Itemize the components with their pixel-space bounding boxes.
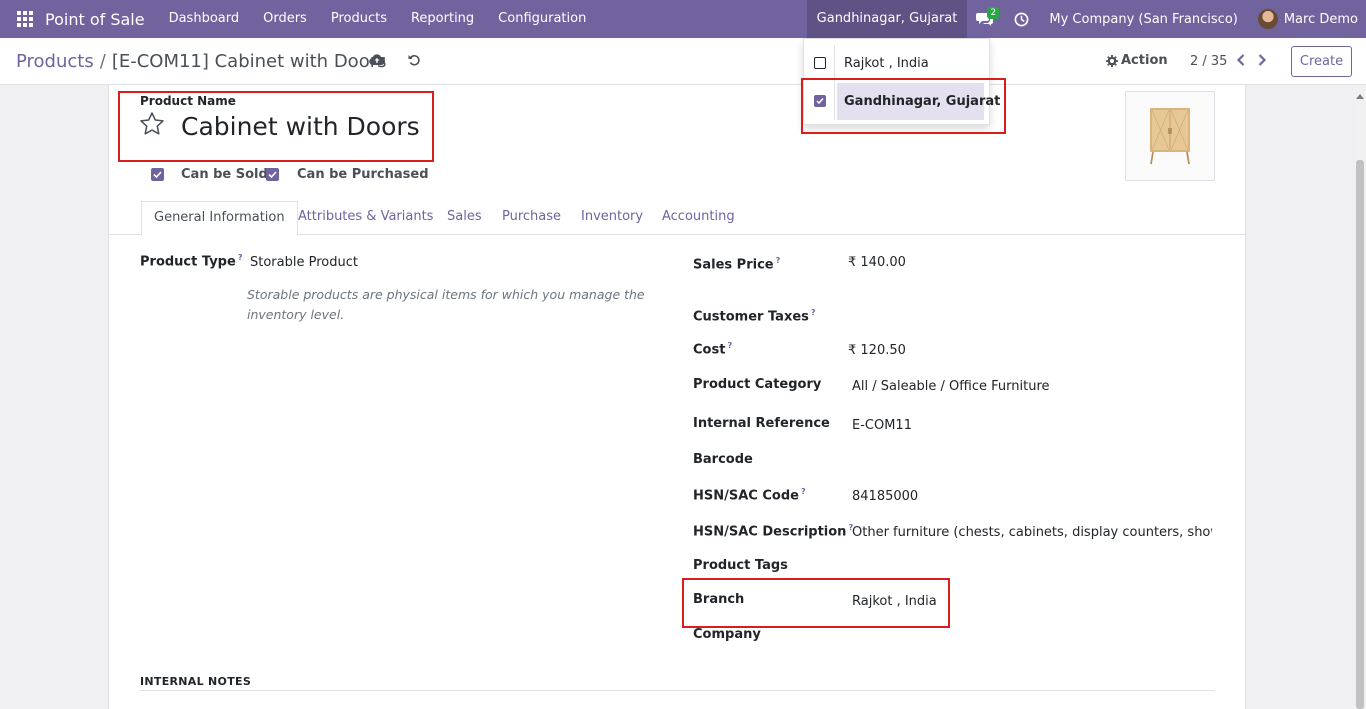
scroll-up-arrow-icon[interactable] <box>1356 88 1364 103</box>
sales-price-label: Sales Price? <box>693 256 781 273</box>
menu-orders[interactable]: Orders <box>251 0 319 38</box>
branch-checkbox[interactable] <box>814 57 826 69</box>
apps-grid-icon[interactable] <box>17 11 33 27</box>
company-label: Company <box>693 627 761 642</box>
tab-accounting[interactable]: Accounting <box>662 201 735 235</box>
cost-field[interactable]: ₹ 120.50 <box>848 343 906 358</box>
hsn-code-label: HSN/SAC Code? <box>693 487 806 504</box>
can-be-sold-label[interactable]: Can be Sold <box>181 167 268 182</box>
activity-clock-icon[interactable] <box>1003 0 1039 38</box>
menu-configuration[interactable]: Configuration <box>486 0 598 38</box>
hsn-description-label: HSN/SAC Description? <box>693 523 854 540</box>
breadcrumb-current: [E-COM11] Cabinet with Doors <box>111 51 387 72</box>
create-button[interactable]: Create <box>1291 46 1352 77</box>
branch-option-rajkot[interactable]: Rajkot , India <box>804 45 991 82</box>
form-sheet: Product Name Cabinet with Doors Can be S… <box>108 85 1246 709</box>
tab-purchase[interactable]: Purchase <box>502 201 561 235</box>
tab-inventory[interactable]: Inventory <box>581 201 643 235</box>
pager-previous-icon[interactable] <box>1236 53 1246 71</box>
user-name: Marc Demo <box>1283 11 1358 27</box>
can-be-sold-checkbox[interactable] <box>151 168 164 181</box>
customer-taxes-field[interactable] <box>848 308 1188 326</box>
sales-price-field[interactable]: ₹ 140.00 <box>848 255 906 270</box>
scrollbar-thumb[interactable] <box>1356 160 1364 709</box>
company-switcher[interactable]: My Company (San Francisco) <box>1039 12 1247 27</box>
help-tooltip-icon[interactable]: ? <box>727 341 732 350</box>
internal-reference-label: Internal Reference <box>693 416 830 431</box>
chat-count-badge: 2 <box>987 7 1000 19</box>
breadcrumb: Products / [E-COM11] Cabinet with Doors <box>16 51 386 72</box>
product-category-label: Product Category <box>693 377 822 392</box>
product-type-help: Storable products are physical items for… <box>247 287 645 322</box>
product-type-field[interactable]: Storable Product <box>250 255 358 270</box>
branch-option-divider <box>834 45 835 82</box>
tab-attributes-variants[interactable]: Attributes & Variants <box>298 201 433 235</box>
hsn-code-field[interactable]: 84185000 <box>852 489 918 504</box>
product-type-label: Product Type? <box>140 253 243 270</box>
internal-notes-divider <box>140 690 1215 691</box>
customer-taxes-label: Customer Taxes? <box>693 308 816 325</box>
company-field[interactable] <box>852 627 1192 645</box>
barcode-label: Barcode <box>693 452 753 467</box>
breadcrumb-products-link[interactable]: Products <box>16 51 94 72</box>
menu-products[interactable]: Products <box>319 0 399 38</box>
cost-label: Cost? <box>693 341 733 358</box>
chat-icon[interactable]: 2 <box>967 0 1003 38</box>
product-category-field[interactable]: All / Saleable / Office Furniture <box>852 379 1050 394</box>
tab-general-information[interactable]: General Information <box>141 201 298 236</box>
pager-next-icon[interactable] <box>1257 53 1267 71</box>
barcode-field[interactable] <box>852 452 1192 470</box>
top-navbar: Point of Sale Dashboard Orders Products … <box>0 0 1366 38</box>
can-be-purchased-checkbox[interactable] <box>266 168 279 181</box>
menu-dashboard[interactable]: Dashboard <box>157 0 252 38</box>
cabinet-image <box>1150 108 1190 165</box>
product-name-highlight <box>118 91 434 162</box>
help-tooltip-icon[interactable]: ? <box>238 253 243 262</box>
product-tags-label: Product Tags <box>693 558 788 573</box>
menu-reporting[interactable]: Reporting <box>399 0 486 38</box>
gear-icon <box>1106 54 1118 67</box>
avatar <box>1257 9 1278 29</box>
control-panel: Products / [E-COM11] Cabinet with Doors Ac… <box>0 38 1366 85</box>
save-cloud-icon[interactable] <box>369 53 385 71</box>
help-tooltip-icon[interactable]: ? <box>811 308 816 317</box>
product-tags-field[interactable] <box>852 558 1192 576</box>
branch-switcher[interactable]: Gandhinagar, Gujarat <box>806 0 968 38</box>
discard-undo-icon[interactable] <box>407 53 421 71</box>
action-label: Action <box>1121 53 1168 68</box>
internal-notes-heading: INTERNAL NOTES <box>140 675 252 688</box>
tab-sales[interactable]: Sales <box>447 201 482 235</box>
branch-option-label: Rajkot , India <box>844 56 929 71</box>
pager-value[interactable]: 2 / 35 <box>1190 54 1227 69</box>
user-menu[interactable]: Marc Demo <box>1248 9 1366 29</box>
can-be-purchased-label[interactable]: Can be Purchased <box>297 167 429 182</box>
breadcrumb-separator: / <box>99 51 106 72</box>
app-name[interactable]: Point of Sale <box>45 10 145 29</box>
help-tooltip-icon[interactable]: ? <box>776 256 781 265</box>
internal-reference-field[interactable]: E-COM11 <box>852 418 912 433</box>
branch-highlight <box>682 578 950 628</box>
action-menu-button[interactable]: Action <box>1106 53 1168 68</box>
product-image[interactable] <box>1125 91 1215 181</box>
hsn-description-field[interactable]: Other furniture (chests, cabinets, displ… <box>852 525 1212 540</box>
help-tooltip-icon[interactable]: ? <box>801 487 806 496</box>
form-tabs: General Information Attributes & Variant… <box>109 201 1245 236</box>
branch-dropdown-highlight <box>801 78 1006 134</box>
